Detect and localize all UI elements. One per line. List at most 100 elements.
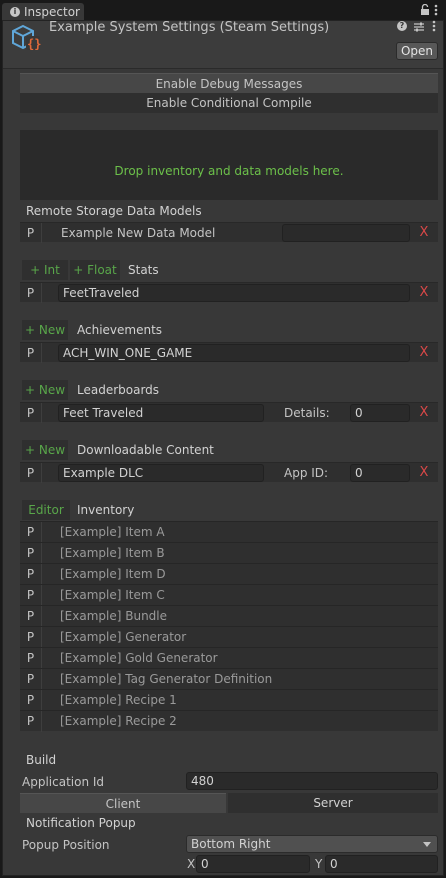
open-button[interactable]: Open — [396, 42, 438, 60]
add-float-button[interactable]: + Float — [70, 260, 120, 280]
details-field[interactable]: 0 — [350, 404, 410, 422]
x-label: X — [187, 857, 196, 871]
info-icon: i — [10, 7, 20, 17]
p-toggle[interactable]: P — [20, 522, 42, 543]
remove-button[interactable]: X — [414, 224, 434, 242]
help-icon[interactable]: ? — [397, 21, 407, 31]
svg-text:{}: {} — [27, 37, 41, 51]
remote-storage-heading: Remote Storage Data Models — [26, 204, 202, 218]
inventory-header: Editor Inventory — [20, 500, 438, 520]
build-heading: Build — [26, 753, 57, 767]
remove-button[interactable]: X — [414, 344, 434, 362]
lock-icon[interactable] — [420, 3, 430, 15]
more-menu-icon[interactable] — [434, 4, 438, 16]
dlc-heading: Downloadable Content — [77, 443, 214, 457]
add-achievement-button[interactable]: + New — [22, 320, 68, 340]
stats-heading: Stats — [128, 263, 159, 277]
inventory-list: P [Example] Item A P [Example] Item B P [Exam… — [0, 521, 446, 733]
p-toggle[interactable]: P — [20, 343, 42, 363]
inventory-item-name: [Example] Generator — [60, 630, 187, 644]
dlc-name-field[interactable]: Example DLC — [58, 464, 264, 482]
p-toggle[interactable]: P — [20, 463, 42, 483]
add-dlc-button[interactable]: + New — [22, 440, 68, 460]
y-field[interactable]: 0 — [325, 855, 438, 873]
tab-inspector[interactable]: i Inspector — [2, 3, 84, 21]
achievements-heading: Achievements — [77, 323, 163, 337]
p-toggle[interactable]: P — [20, 627, 42, 648]
stats-header: + Int + Float Stats — [20, 260, 438, 280]
inventory-item-name: [Example] Recipe 1 — [60, 693, 177, 707]
achievements-header: + New Achievements — [20, 320, 438, 340]
inventory-item-row[interactable]: P [Example] Generator — [20, 626, 438, 648]
data-model-field[interactable] — [282, 224, 410, 242]
inventory-item-row[interactable]: P [Example] Item A — [20, 521, 438, 543]
p-toggle[interactable]: P — [20, 543, 42, 564]
inventory-item-row[interactable]: P [Example] Bundle — [20, 605, 438, 627]
server-tab[interactable]: Server — [228, 793, 438, 813]
inventory-item-row[interactable]: P [Example] Recipe 2 — [20, 710, 438, 732]
p-toggle[interactable]: P — [20, 648, 42, 669]
achievement-name-field[interactable]: ACH_WIN_ONE_GAME — [58, 344, 410, 362]
inventory-item-row[interactable]: P [Example] Item D — [20, 563, 438, 585]
preset-icon[interactable] — [413, 21, 425, 32]
stat-row: P FeetTraveled X — [20, 282, 438, 303]
inventory-item-name: [Example] Item C — [60, 588, 165, 602]
inventory-item-row[interactable]: P [Example] Gold Generator — [20, 647, 438, 669]
inventory-item-name: [Example] Tag Generator Definition — [60, 672, 273, 686]
stat-name-field[interactable]: FeetTraveled — [58, 284, 410, 302]
drop-zone-text: Drop inventory and data models here. — [114, 164, 344, 178]
inventory-item-row[interactable]: P [Example] Tag Generator Definition — [20, 668, 438, 690]
conditional-compile-toggle[interactable]: Enable Conditional Compile — [20, 93, 438, 113]
remote-storage-row: P Example New Data Model X — [20, 222, 438, 243]
inventory-item-row[interactable]: P [Example] Item C — [20, 584, 438, 606]
dlc-header: + New Downloadable Content — [20, 440, 438, 460]
inventory-editor-button[interactable]: Editor — [22, 500, 70, 520]
script-asset-icon: {} — [12, 24, 42, 52]
leaderboard-row: P Feet Traveled Details: 0 X — [20, 402, 438, 423]
p-toggle[interactable]: P — [20, 711, 42, 732]
popup-position-select[interactable]: Bottom Right — [186, 835, 438, 853]
app-id-field[interactable]: 480 — [186, 772, 438, 790]
p-toggle[interactable]: P — [20, 585, 42, 606]
dlc-row: P Example DLC App ID: 0 X — [20, 462, 438, 483]
achievement-row: P ACH_WIN_ONE_GAME X — [20, 342, 438, 363]
p-toggle[interactable]: P — [20, 283, 42, 303]
inventory-item-name: [Example] Recipe 2 — [60, 714, 177, 728]
leaderboard-name-field[interactable]: Feet Traveled — [58, 404, 264, 422]
inventory-item-name: [Example] Item D — [60, 567, 166, 581]
p-toggle[interactable]: P — [20, 223, 42, 243]
leaderboards-header: + New Leaderboards — [20, 380, 438, 400]
tab-label: Inspector — [24, 5, 80, 19]
p-toggle[interactable]: P — [20, 669, 42, 690]
remove-button[interactable]: X — [414, 284, 434, 302]
leaderboards-heading: Leaderboards — [77, 383, 160, 397]
notification-heading: Notification Popup — [26, 816, 136, 830]
context-menu-icon[interactable] — [432, 20, 436, 32]
remove-button[interactable]: X — [414, 464, 434, 482]
p-toggle[interactable]: P — [20, 403, 42, 423]
app-id-label: Application Id — [22, 775, 105, 789]
p-toggle[interactable]: P — [20, 690, 42, 711]
p-toggle[interactable]: P — [20, 564, 42, 585]
add-int-button[interactable]: + Int — [22, 260, 68, 280]
data-model-name: Example New Data Model — [61, 226, 216, 240]
inventory-item-name: [Example] Bundle — [60, 609, 168, 623]
add-leaderboard-button[interactable]: + New — [22, 380, 68, 400]
drop-zone[interactable]: Drop inventory and data models here. — [20, 130, 438, 200]
chevron-down-icon — [423, 842, 431, 847]
inventory-item-name: [Example] Item B — [60, 546, 165, 560]
appid-label: App ID: — [284, 466, 329, 480]
details-label: Details: — [284, 406, 330, 420]
appid-field[interactable]: 0 — [350, 464, 410, 482]
inventory-item-row[interactable]: P [Example] Item B — [20, 542, 438, 564]
client-tab[interactable]: Client — [20, 793, 226, 813]
popup-position-value: Bottom Right — [191, 837, 271, 851]
inventory-item-name: [Example] Item A — [60, 525, 165, 539]
x-field[interactable]: 0 — [196, 855, 310, 873]
debug-messages-toggle[interactable]: Enable Debug Messages — [20, 73, 438, 93]
inventory-item-row[interactable]: P [Example] Recipe 1 — [20, 689, 438, 711]
inspector-title: Example System Settings (Steam Settings) — [49, 20, 330, 35]
remove-button[interactable]: X — [414, 404, 434, 422]
p-toggle[interactable]: P — [20, 606, 42, 627]
y-label: Y — [315, 857, 323, 871]
